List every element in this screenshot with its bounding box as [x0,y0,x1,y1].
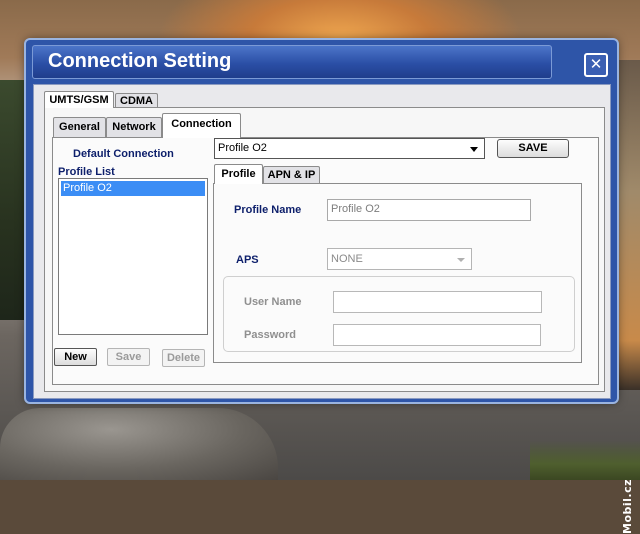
connection-setting-window: Connection Setting ✕ UMTS/GSM CDMA Gener… [26,40,617,402]
save-profile-button[interactable]: Save [107,348,150,366]
profile-name-label: Profile Name [234,204,302,216]
chevron-down-icon [470,147,478,152]
connection-panel: Default Connection Profile List Profile … [52,137,599,385]
tab-network[interactable]: Network [106,117,162,137]
password-label: Password [244,329,296,341]
aps-select[interactable]: NONE [327,248,472,270]
tab-cdma[interactable]: CDMA [115,93,158,108]
watermark: Mobil.cz [621,478,634,534]
aps-label: APS [236,254,259,266]
user-name-field[interactable] [333,291,542,313]
authentication-group: User Name Password [223,276,575,352]
list-item[interactable]: Profile O2 [61,181,205,196]
background-rock [0,408,278,480]
profile-tab-panel: Profile Name Profile O2 APS NONE User Na… [213,183,582,363]
tab-apn-ip[interactable]: APN & IP [263,166,320,184]
profile-list[interactable]: Profile O2 [58,178,208,335]
tab-profile[interactable]: Profile [214,164,263,184]
default-connection-label: Default Connection [73,148,174,160]
delete-button[interactable]: Delete [162,349,205,367]
close-button[interactable]: ✕ [584,53,608,77]
password-field[interactable] [333,324,541,346]
profile-list-label: Profile List [58,166,115,178]
new-button[interactable]: New [54,348,97,366]
tab-general[interactable]: General [53,117,106,137]
save-button[interactable]: SAVE [497,139,569,158]
profile-name-field[interactable]: Profile O2 [327,199,531,221]
tab-umts-gsm[interactable]: UMTS/GSM [44,91,114,108]
title-bar[interactable]: Connection Setting [32,45,552,79]
window-title: Connection Setting [48,50,232,72]
default-connection-value: Profile O2 [218,142,267,154]
close-icon: ✕ [589,55,603,73]
default-connection-select[interactable]: Profile O2 [214,138,485,159]
aps-value: NONE [331,253,363,265]
window-client-area: UMTS/GSM CDMA General Network Connection… [33,84,611,399]
chevron-down-icon [457,258,465,262]
user-name-label: User Name [244,296,302,308]
tab-connection[interactable]: Connection [162,113,241,138]
umts-gsm-panel: General Network Connection Default Conne… [44,107,605,392]
